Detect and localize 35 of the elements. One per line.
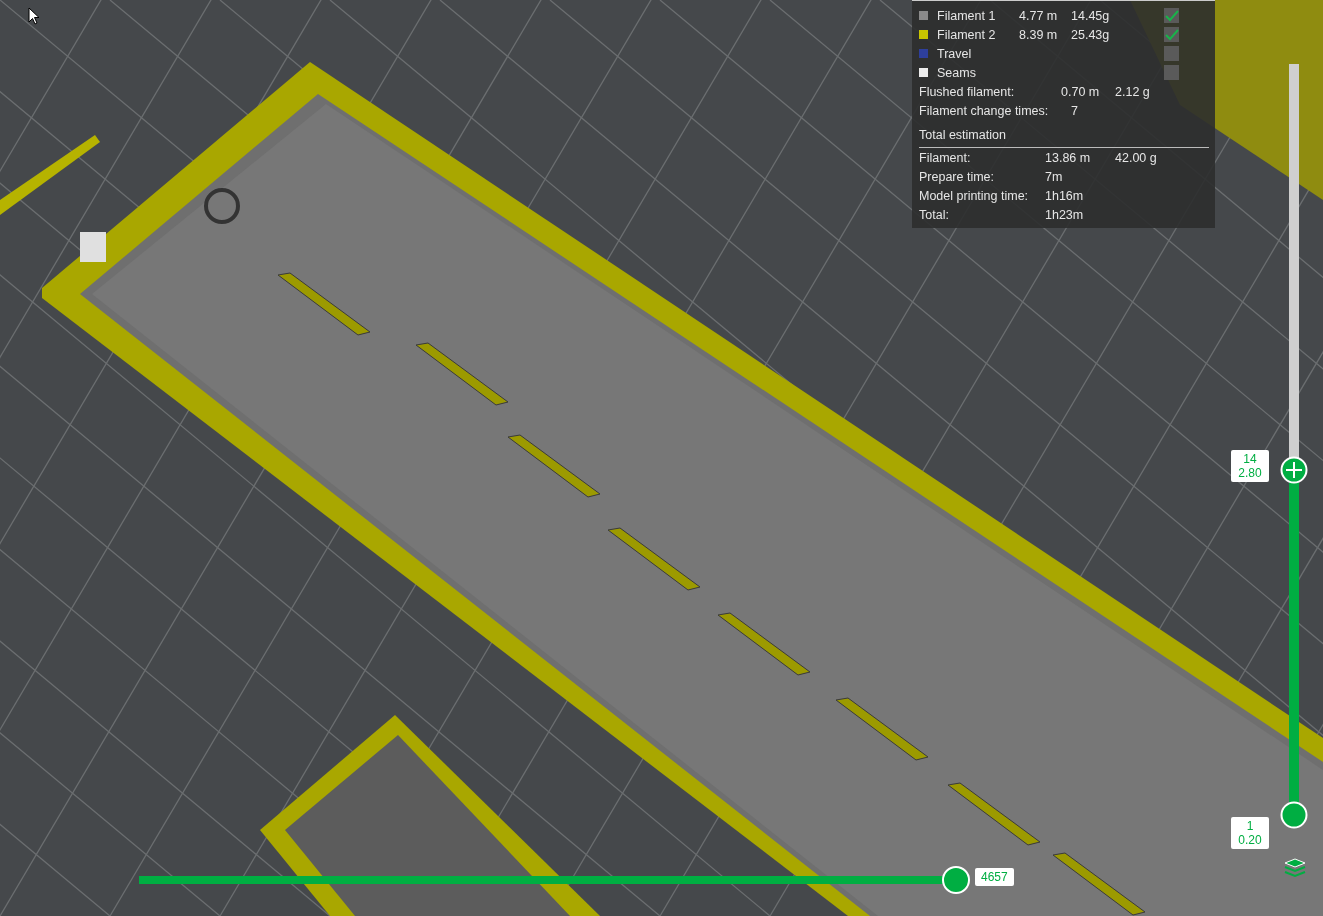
change-times-value: 7 <box>1071 103 1078 118</box>
estimate-weight: 42.00 g <box>1115 150 1157 165</box>
flushed-length: 0.70 m <box>1061 84 1101 99</box>
estimate-label: Model printing time: <box>919 188 1030 203</box>
legend-label: Seams <box>937 65 977 80</box>
legend-label: Filament 1 <box>937 8 997 23</box>
filament-weight: 14.45g <box>1071 8 1111 23</box>
filament-length: 8.39 m <box>1019 27 1059 42</box>
visibility-checkbox[interactable] <box>1164 8 1179 23</box>
layers-icon[interactable] <box>1284 858 1306 878</box>
visibility-checkbox[interactable] <box>1164 27 1179 42</box>
estimate-value: 13.86 m <box>1045 150 1092 165</box>
filament-length: 4.77 m <box>1019 8 1059 23</box>
filament-weight: 25.43g <box>1071 27 1111 42</box>
mouse-cursor-icon <box>28 7 40 25</box>
legend-label: Travel <box>937 46 973 61</box>
estimate-label: Filament: <box>919 150 972 165</box>
visibility-checkbox[interactable] <box>1164 46 1179 61</box>
section-title: Total estimation <box>919 128 1209 148</box>
legend-label: Filament 2 <box>937 27 997 42</box>
change-times-label: Filament change times: <box>919 103 1050 118</box>
visibility-checkbox[interactable] <box>1164 65 1179 80</box>
flushed-weight: 2.12 g <box>1115 84 1150 99</box>
slider-handle[interactable] <box>942 866 970 894</box>
slider-handle[interactable] <box>1280 455 1308 484</box>
slider-handle[interactable] <box>1280 801 1308 829</box>
layer-tooltip: 1 0.20 <box>1231 817 1269 849</box>
estimate-label: Total: <box>919 207 950 222</box>
flushed-label: Flushed filament: <box>919 84 1016 99</box>
estimate-value: 1h23m <box>1045 207 1085 222</box>
estimate-value: 1h16m <box>1045 188 1085 203</box>
estimate-value: 7m <box>1045 169 1064 184</box>
estimate-label: Prepare time: <box>919 169 996 184</box>
move-tooltip: 4657 <box>975 868 1014 886</box>
layer-tooltip: 14 2.80 <box>1231 449 1269 482</box>
